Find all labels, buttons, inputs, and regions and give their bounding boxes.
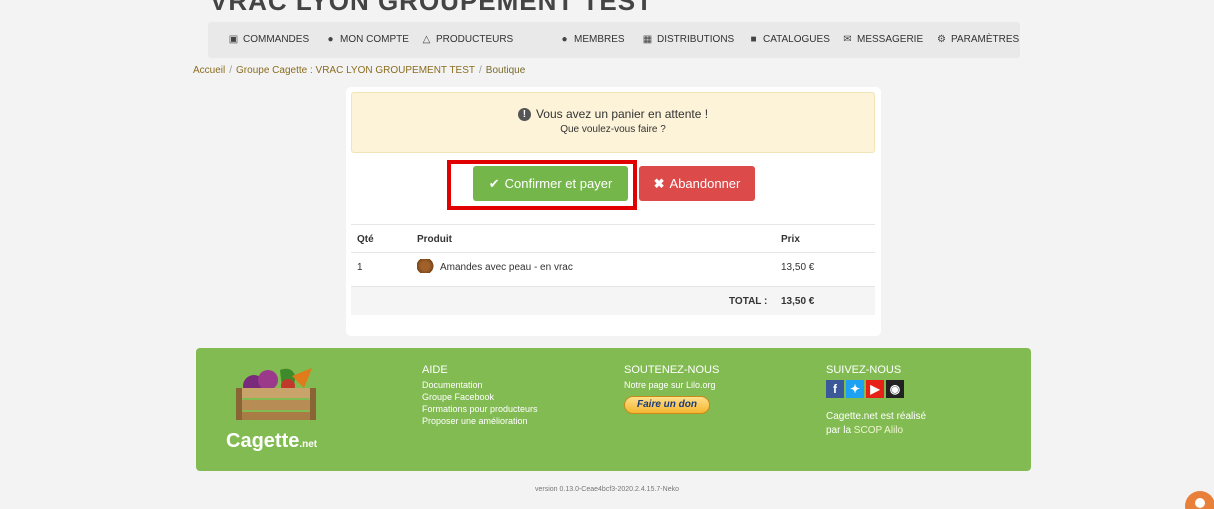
envelope-icon: ✉	[843, 33, 852, 45]
calendar-icon: ▦	[642, 33, 653, 45]
row-price: 13,50 €	[781, 262, 815, 273]
header-product: Produit	[417, 234, 452, 245]
nav-label: MEMBRES	[574, 34, 625, 45]
row-product: Amandes avec peau - en vrac	[417, 259, 573, 274]
follow-title: SUIVEZ-NOUS	[826, 364, 902, 376]
footer-follow: SUIVEZ-NOUS f ✦ ▶ ◉ Cagette.net est réal…	[826, 364, 926, 438]
twitter-icon[interactable]: ✦	[846, 380, 864, 398]
exclamation-icon: !	[517, 107, 531, 121]
social-links: f ✦ ▶ ◉	[826, 380, 926, 398]
nav-label: COMMANDES	[243, 34, 310, 45]
scop-alilo-link[interactable]: SCOP Alilo	[854, 425, 903, 436]
help-title: AIDE	[422, 364, 448, 376]
cart-card: ! Vous avez un panier en attente ! Que v…	[346, 87, 881, 336]
support-chat-icon[interactable]	[1185, 491, 1214, 509]
nav-label: CATALOGUES	[763, 34, 830, 45]
breadcrumb: Accueil / Groupe Cagette : VRAC LYON GROUP…	[193, 65, 526, 76]
nav-item-distributions[interactable]: ▦ DISTRIBUTIONS	[642, 34, 734, 45]
pending-cart-alert: ! Vous avez un panier en attente ! Que v…	[351, 92, 875, 153]
github-icon[interactable]: ◉	[886, 380, 904, 398]
basket-icon: ▣	[228, 33, 239, 45]
help-link-suggest[interactable]: Proposer une amélioration	[422, 415, 538, 427]
nav-item-producteurs[interactable]: △ PRODUCTEURS	[421, 33, 514, 45]
nav-item-mon-compte[interactable]: ● MON COMPTE	[325, 33, 409, 45]
help-link-documentation[interactable]: Documentation	[422, 379, 538, 391]
header-qty: Qté	[357, 234, 374, 245]
cagette-logo-text[interactable]: Cagette.net	[226, 430, 317, 453]
book-icon: ■	[750, 33, 757, 45]
total-row: TOTAL : 13,50 €	[351, 286, 875, 315]
cart-table: Qté Produit Prix 1 Amandes avec peau - e…	[351, 224, 875, 315]
nav-item-membres[interactable]: ● MEMBRES	[559, 33, 625, 45]
row-qty: 1	[357, 262, 363, 273]
nav-item-parametres[interactable]: ⚙ PARAMÈTRES	[936, 34, 1019, 45]
nav-label: DISTRIBUTIONS	[657, 34, 735, 45]
breadcrumb-home[interactable]: Accueil	[193, 65, 225, 76]
lilo-link[interactable]: Notre page sur Lilo.org	[624, 379, 719, 391]
nav-label: MON COMPTE	[340, 34, 409, 45]
user-icon: ●	[327, 33, 334, 45]
users-icon: ●	[561, 33, 568, 45]
confirm-pay-button[interactable]: ✔ Confirmer et payer	[473, 166, 628, 201]
nav-label: PARAMÈTRES	[951, 34, 1020, 45]
breadcrumb-group[interactable]: Groupe Cagette : VRAC LYON GROUPEMENT TE…	[236, 65, 475, 76]
credit-text: Cagette.net est réalisé par la SCOP Alil…	[826, 411, 927, 436]
help-link-facebook-group[interactable]: Groupe Facebook	[422, 391, 538, 403]
breadcrumb-current: Boutique	[485, 65, 526, 76]
cross-icon: ✖	[653, 175, 665, 191]
support-title: SOUTENEZ-NOUS	[624, 364, 720, 376]
nav-label: PRODUCTEURS	[436, 34, 514, 45]
youtube-icon[interactable]: ▶	[866, 380, 884, 398]
abandon-label: Abandonner	[669, 176, 741, 191]
version-text: version 0.13.0-Ceae4bcf3-2020.2.4.15.7-N…	[535, 486, 679, 493]
nav-item-commandes[interactable]: ▣ COMMANDES	[228, 34, 309, 45]
product-thumbnail	[417, 259, 437, 273]
header-price: Prix	[781, 234, 800, 245]
table-header-row: Qté Produit Prix	[351, 224, 875, 252]
farmer-icon: △	[422, 33, 431, 45]
nav-item-messagerie[interactable]: ✉ MESSAGERIE	[842, 34, 923, 45]
total-value: 13,50 €	[781, 296, 815, 307]
table-row: 1 Amandes avec peau - en vrac 13,50 €	[351, 252, 875, 286]
alert-subtitle: Que voulez-vous faire ?	[560, 124, 666, 135]
donate-button[interactable]: Faire un don	[624, 396, 710, 414]
footer-help: AIDE Documentation Groupe Facebook Forma…	[422, 364, 538, 427]
total-label: TOTAL :	[729, 296, 768, 307]
check-icon: ✔	[488, 175, 500, 191]
page-title: VRAC LYON GROUPEMENT TEST	[210, 0, 653, 16]
site-footer: Cagette.net AIDE Documentation Groupe Fa…	[196, 348, 1031, 471]
abandon-button[interactable]: ✖ Abandonner	[639, 166, 755, 201]
gear-icon: ⚙	[937, 33, 946, 45]
product-name: Amandes avec peau - en vrac	[440, 262, 573, 274]
alert-title: Vous avez un panier en attente !	[535, 107, 709, 121]
nav-label: MESSAGERIE	[857, 34, 924, 45]
main-navbar: ▣ COMMANDES ● MON COMPTE △ PRODUCTEURS ●…	[208, 22, 1020, 58]
vegetable-crate-logo	[236, 368, 316, 420]
facebook-icon[interactable]: f	[826, 380, 844, 398]
confirm-label: Confirmer et payer	[504, 176, 613, 191]
footer-support: SOUTENEZ-NOUS Notre page sur Lilo.org Fa…	[624, 364, 719, 414]
nav-item-catalogues[interactable]: ■ CATALOGUES	[748, 33, 830, 45]
help-link-trainings[interactable]: Formations pour producteurs	[422, 403, 538, 415]
